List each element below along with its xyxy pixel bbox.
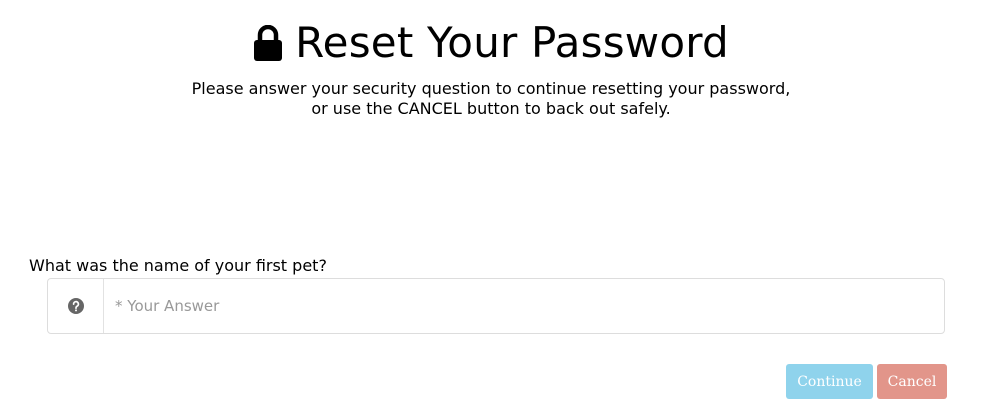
security-question-label: What was the name of your first pet?: [29, 256, 327, 275]
instructions: Please answer your security question to …: [0, 79, 982, 119]
security-answer-input[interactable]: [104, 279, 944, 333]
page-title: Reset Your Password: [295, 18, 729, 67]
answer-input-group: [47, 278, 945, 334]
lock-icon: [254, 25, 283, 61]
help-addon[interactable]: [48, 279, 104, 333]
continue-button[interactable]: Continue: [786, 364, 873, 399]
cancel-button[interactable]: Cancel: [877, 364, 947, 399]
instructions-line-2: or use the CANCEL button to back out saf…: [311, 99, 671, 118]
instructions-line-1: Please answer your security question to …: [191, 79, 791, 98]
page-header: Reset Your Password: [0, 14, 982, 72]
question-circle-icon[interactable]: [67, 298, 84, 314]
